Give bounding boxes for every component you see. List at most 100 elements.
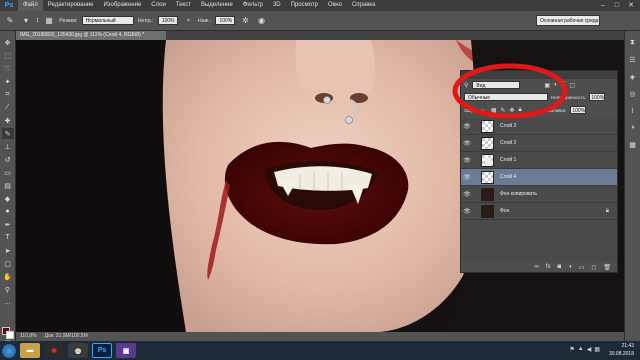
layer-thumbnail bbox=[481, 153, 494, 167]
crop-tool-icon[interactable]: ⌗ bbox=[2, 89, 14, 100]
layer-row[interactable]: 👁︎ Слой 1 bbox=[461, 152, 617, 169]
menu-select[interactable]: Выделение bbox=[196, 0, 238, 11]
brush-size-value: 1 bbox=[36, 17, 40, 24]
visibility-eye-icon[interactable]: 👁︎ bbox=[461, 140, 473, 147]
menu-edit[interactable]: Редактирование bbox=[43, 0, 99, 11]
menu-3d[interactable]: 3D bbox=[268, 0, 286, 11]
fill-input[interactable]: 100% bbox=[570, 106, 587, 114]
history-brush-tool-icon[interactable]: ↺ bbox=[2, 154, 14, 165]
gradient-tool-icon[interactable]: ▤ bbox=[2, 180, 14, 191]
language-icon[interactable]: ▦ bbox=[594, 346, 600, 353]
menu-window[interactable]: Окно bbox=[323, 0, 347, 11]
zoom-level[interactable]: 110,8% bbox=[20, 332, 37, 341]
hand-tool-icon[interactable]: ✋ bbox=[2, 271, 14, 282]
flow-input[interactable]: 100% bbox=[215, 16, 236, 25]
explorer-icon[interactable]: ▬ bbox=[20, 343, 40, 358]
flag-icon[interactable]: ⚑ bbox=[569, 346, 574, 353]
visibility-eye-icon[interactable]: 👁︎ bbox=[461, 157, 473, 164]
eraser-tool-icon[interactable]: ▭ bbox=[2, 167, 14, 178]
zoom-tool-icon[interactable]: ⚲ bbox=[2, 284, 14, 295]
link-layers-icon[interactable]: ∞ bbox=[535, 264, 539, 270]
visibility-eye-icon[interactable]: 👁︎ bbox=[461, 123, 473, 130]
lasso-tool-icon[interactable]: ➰ bbox=[2, 63, 14, 74]
visibility-eye-icon[interactable]: 👁︎ bbox=[461, 208, 473, 215]
maximize-icon[interactable]: □ bbox=[610, 0, 624, 11]
brush-panel-icon[interactable]: ▦ bbox=[43, 15, 55, 27]
layer-row[interactable]: 👁︎ Фон копировать bbox=[461, 186, 617, 203]
start-button[interactable] bbox=[2, 343, 16, 358]
mode-select[interactable]: Нормальный bbox=[81, 16, 134, 25]
paths-panel-icon[interactable]: ⌇ bbox=[627, 105, 639, 116]
adjustment-layer-icon[interactable]: ◑ bbox=[568, 264, 572, 270]
photoshop-logo: Ps bbox=[4, 2, 14, 9]
layer-thumbnail bbox=[481, 204, 494, 218]
menu-file[interactable]: Файл bbox=[18, 0, 43, 11]
layers-panel-icon[interactable]: ◈ bbox=[627, 71, 639, 82]
menu-image[interactable]: Изображение bbox=[98, 0, 146, 11]
dodge-tool-icon[interactable]: ● bbox=[2, 206, 14, 217]
lock-icon: 🔒︎ bbox=[605, 208, 609, 214]
layer-style-icon[interactable]: fx bbox=[546, 264, 551, 270]
tools-panel: ✥ ⬚ ➰ ✦ ⌗ ⁄ ✚ ✎ ⊥ ↺ ▭ ▤ ◆ ● ✒ T ➤ ▢ ✋ ⚲ … bbox=[0, 31, 16, 347]
more-tools-icon[interactable]: … bbox=[2, 297, 14, 308]
photoshop-taskbar-icon[interactable]: Ps bbox=[92, 343, 112, 358]
layer-name: Слой 4 bbox=[500, 174, 517, 180]
layer-row[interactable]: 👁︎ Слой 3 bbox=[461, 118, 617, 135]
menu-help[interactable]: Справка bbox=[347, 0, 381, 11]
path-select-tool-icon[interactable]: ➤ bbox=[2, 245, 14, 256]
quick-select-tool-icon[interactable]: ✦ bbox=[2, 76, 14, 87]
move-tool-icon[interactable]: ✥ bbox=[2, 37, 14, 48]
brush-preset-picker[interactable]: ▾ bbox=[20, 15, 32, 27]
marquee-tool-icon[interactable]: ⬚ bbox=[2, 50, 14, 61]
adjustments-panel-icon[interactable]: ◑ bbox=[627, 122, 639, 133]
workspace-select[interactable]: Основная рабочая среда bbox=[536, 15, 600, 26]
clock[interactable]: 21:43 30.08.2018 bbox=[609, 342, 634, 358]
pressure-opacity-icon[interactable]: ◔ bbox=[182, 15, 194, 27]
layer-name: Слой 2 bbox=[500, 140, 517, 146]
layer-opacity-input[interactable]: 100% bbox=[589, 93, 606, 101]
filter-shape-icon[interactable]: ▢ bbox=[569, 82, 575, 89]
network-icon[interactable]: ▲ bbox=[578, 346, 584, 353]
delete-layer-icon[interactable]: 🗑︎ bbox=[603, 264, 611, 271]
menu-view[interactable]: Просмотр bbox=[286, 0, 323, 11]
layers-list: 👁︎ Слой 3 👁︎ Слой 2 👁︎ Слой 1 👁︎ Слой 4 👁︎ Фон ко… bbox=[461, 118, 617, 261]
history-panel-icon[interactable]: ⧗ bbox=[627, 37, 639, 48]
airbrush-icon[interactable]: ✲ bbox=[239, 15, 251, 27]
styles-panel-icon[interactable]: ▦ bbox=[627, 139, 639, 150]
clone-stamp-tool-icon[interactable]: ⊥ bbox=[2, 141, 14, 152]
document-tab[interactable]: IMG_20180830_135430.jpg @ 111% (Слой 4, … bbox=[16, 31, 166, 40]
visibility-eye-icon[interactable]: 👁︎ bbox=[461, 191, 473, 198]
opacity-input[interactable]: 100% bbox=[157, 16, 178, 25]
new-layer-icon[interactable]: ◻ bbox=[591, 264, 596, 271]
menu-text[interactable]: Текст bbox=[171, 0, 196, 11]
type-tool-icon[interactable]: T bbox=[2, 232, 14, 243]
volume-icon[interactable]: ◀ bbox=[587, 346, 592, 353]
layer-row[interactable]: 👁︎ Фон 🔒︎ bbox=[461, 203, 617, 220]
eyedropper-tool-icon[interactable]: ⁄ bbox=[2, 102, 14, 113]
shape-tool-icon[interactable]: ▢ bbox=[2, 258, 14, 269]
healing-tool-icon[interactable]: ✚ bbox=[2, 115, 14, 126]
pressure-size-icon[interactable]: ◉ bbox=[255, 15, 267, 27]
app-icon[interactable]: ▣ bbox=[116, 343, 136, 358]
photoshop-window: Ps Файл Редактирование Изображение Слои … bbox=[0, 0, 640, 360]
minimize-icon[interactable]: – bbox=[596, 0, 610, 11]
media-icon[interactable]: ✱ bbox=[44, 343, 64, 358]
blur-tool-icon[interactable]: ◆ bbox=[2, 193, 14, 204]
layer-row[interactable]: 👁︎ Слой 2 bbox=[461, 135, 617, 152]
close-icon[interactable]: ✕ bbox=[624, 0, 638, 11]
pen-tool-icon[interactable]: ✒ bbox=[2, 219, 14, 230]
properties-panel-icon[interactable]: ☰ bbox=[627, 54, 639, 65]
piercing-left bbox=[323, 96, 331, 104]
hair-left bbox=[16, 40, 186, 332]
brush-tool-icon[interactable]: ✎ bbox=[1, 128, 14, 139]
brush-tool-icon[interactable]: ✎ bbox=[4, 15, 16, 27]
new-group-icon[interactable]: ▭ bbox=[579, 264, 585, 271]
layer-name: Слой 1 bbox=[500, 157, 517, 163]
channels-panel-icon[interactable]: ◎ bbox=[627, 88, 639, 99]
chrome-icon[interactable]: ◍ bbox=[68, 343, 88, 358]
menu-layers[interactable]: Слои bbox=[146, 0, 171, 11]
layer-row[interactable]: 👁︎ Слой 4 bbox=[461, 169, 617, 186]
menu-filter[interactable]: Фильтр bbox=[238, 0, 268, 11]
layer-mask-icon[interactable]: ◙ bbox=[557, 264, 561, 270]
visibility-eye-icon[interactable]: 👁︎ bbox=[461, 174, 473, 181]
